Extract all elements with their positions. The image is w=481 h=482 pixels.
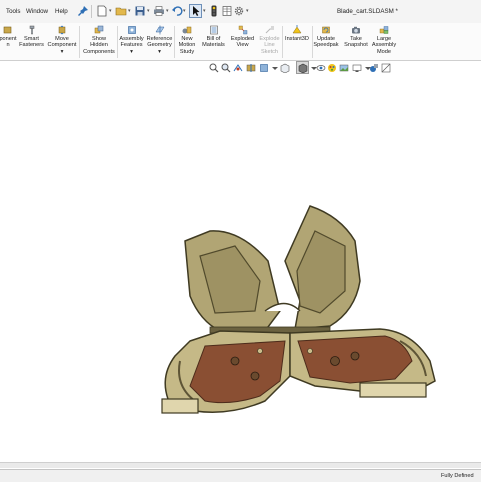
insert-component-button[interactable]: ponent n [0,25,18,49]
horizontal-scrollbar[interactable] [0,462,481,468]
motion-study-icon [182,26,192,34]
show-hidden-label-3: Components [83,48,115,55]
graphics-area[interactable] [0,61,481,467]
chevron-down-icon[interactable]: ▾ [147,9,151,14]
new-document-icon[interactable] [96,5,108,17]
chevron-down-icon[interactable]: ▾ [183,9,187,14]
exploded-view-button[interactable]: Exploded View [228,25,257,49]
bill-of-materials-button[interactable]: Bill of Materials [200,25,227,49]
open-folder-icon[interactable] [115,5,127,17]
assembly-features-icon [127,26,136,34]
explode-line-sketch-icon [265,26,274,34]
document-title: Blade_cart.SLDASM * [337,8,398,15]
smart-fasteners-button[interactable]: Smart Fasteners [18,25,45,49]
assembly-features-label-2: Features [120,42,143,49]
reference-geometry-button[interactable]: Reference Geometry ▾ [145,25,174,55]
exploded-view-icon [238,25,247,35]
move-component-button[interactable]: Move Component ▾ [46,25,78,55]
instant3d-button[interactable]: Instant3D [282,25,312,42]
status-fully-defined: Fully Defined [441,473,474,479]
undo-icon[interactable] [171,5,183,17]
update-speedpak-label-2: Speedpak [313,42,339,49]
bill-of-materials-icon [209,25,218,35]
chevron-down-icon[interactable]: ▾ [118,49,145,55]
status-bar: Fully Defined [0,469,481,482]
chevron-down-icon[interactable]: ▾ [128,9,132,14]
show-hidden-components-icon [94,25,104,34]
menu-window[interactable]: Window [26,8,48,15]
instant3d-label: Instant3D [285,36,309,42]
large-assembly-mode-icon [379,26,389,34]
chevron-down-icon[interactable]: ▾ [246,9,250,14]
take-snapshot-label-2: Snapshot [344,42,368,49]
camera-icon [352,26,360,34]
smart-fasteners-label-2: Fasteners [19,42,44,49]
bill-of-materials-label-2: Materials [202,42,225,49]
print-icon[interactable] [153,5,165,17]
explode-line-sketch-label-3: Sketch [260,48,279,55]
large-assembly-mode-label-3: Mode [377,48,391,55]
toolbar-separator [91,5,92,18]
insert-component-label-2: n [6,42,10,49]
large-assembly-mode-label-2: Assembly [371,42,397,49]
assembly-features-button[interactable]: Assembly Features ▾ [118,25,145,55]
component-icon [3,26,12,34]
save-icon[interactable] [134,5,146,17]
update-speedpak-button[interactable]: Update Speedpak [312,25,340,49]
chevron-down-icon[interactable]: ▾ [145,49,174,55]
select-arrow-icon[interactable] [190,5,202,17]
chevron-down-icon[interactable]: ▾ [166,9,170,14]
exploded-view-label-2: View [236,42,249,49]
ribbon-separator [79,26,80,58]
options-gear-icon[interactable] [233,5,245,17]
explode-line-sketch-button[interactable]: Explode Line Sketch [257,25,282,55]
chevron-down-icon[interactable]: ▾ [203,9,207,14]
menu-tools[interactable]: Tools [6,8,20,15]
move-component-label-2: Component [47,42,77,49]
reference-geometry-icon [155,25,164,35]
smart-fasteners-icon [29,25,34,35]
new-motion-study-label-3: Study [179,48,195,55]
command-manager-ribbon: ponent n Smart Fasteners Move Component … [0,23,481,61]
large-assembly-mode-button[interactable]: Large Assembly Mode [370,25,398,55]
instant3d-icon [292,25,302,34]
show-hidden-components-button[interactable]: Show Hidden Components [82,25,116,55]
chevron-down-icon[interactable]: ▾ [46,49,78,55]
move-component-icon [58,25,66,35]
new-motion-study-button[interactable]: New Motion Study [175,25,199,55]
menu-help[interactable]: Help [55,8,68,15]
update-speedpak-icon [322,26,330,34]
chevron-down-icon[interactable]: ▾ [109,9,113,14]
file-properties-icon[interactable] [221,5,233,17]
pin-icon[interactable] [77,5,89,17]
blade-cart-assembly-model[interactable] [150,201,450,461]
take-snapshot-button[interactable]: Take Snapshot [342,25,370,49]
title-bar: Tools Window Help ▾ ▾ ▾ ▾ ▾ ▾ ▾ Blade_ca… [0,0,481,24]
rebuild-traffic-light-icon[interactable] [208,5,220,17]
reference-geometry-label-2: Geometry [147,42,172,49]
